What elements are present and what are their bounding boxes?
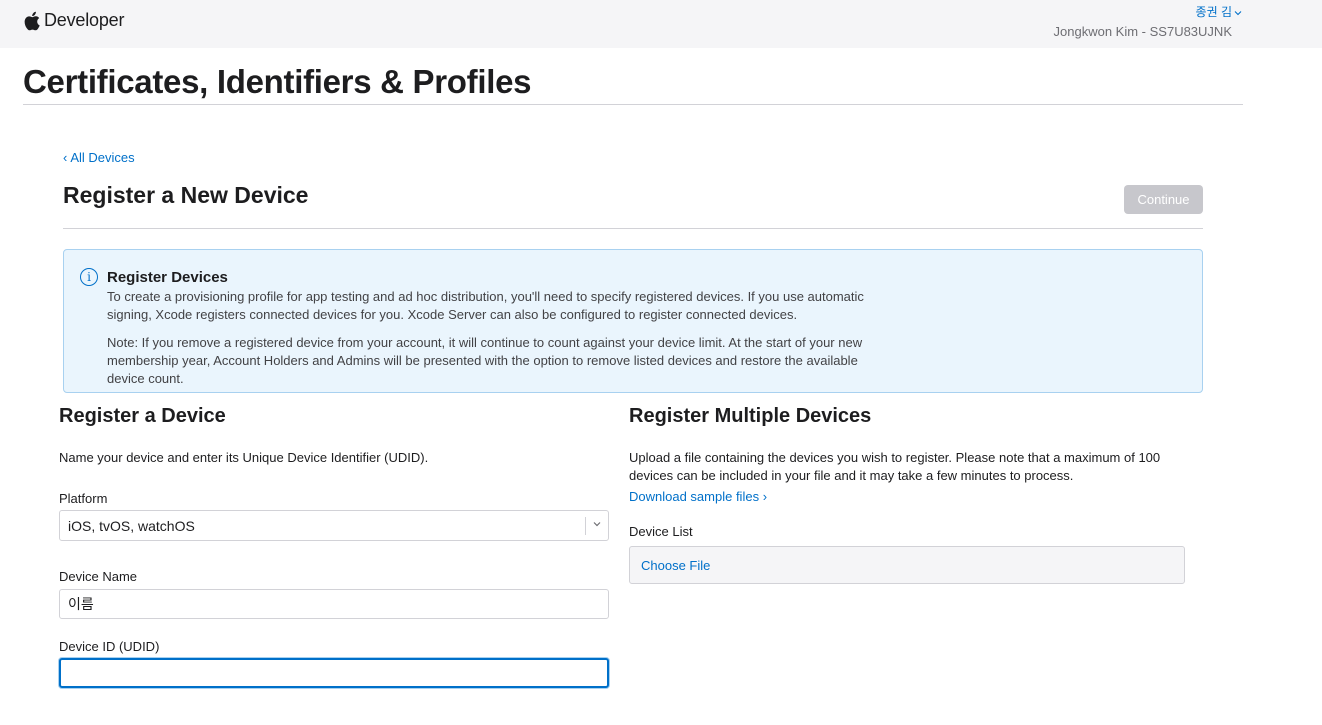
- device-list-file-input[interactable]: Choose File: [629, 546, 1185, 584]
- register-multiple-title: Register Multiple Devices: [629, 405, 872, 427]
- section-title: Register a New Device: [63, 182, 309, 208]
- platform-select[interactable]: iOS, tvOS, watchOS: [59, 510, 609, 541]
- info-paragraph: To create a provisioning profile for app…: [107, 289, 864, 322]
- all-devices-back-link[interactable]: ‹ All Devices: [63, 150, 135, 165]
- brand-text: Developer: [44, 10, 125, 30]
- register-multiple-description: Upload a file containing the devices you…: [629, 450, 1161, 483]
- back-link-label: All Devices: [70, 150, 135, 165]
- register-device-description: Name your device and enter its Unique De…: [59, 450, 429, 465]
- user-name: 종권 김: [1195, 5, 1232, 19]
- choose-file-button[interactable]: Choose File: [641, 558, 710, 573]
- device-id-label: Device ID (UDID): [59, 639, 160, 654]
- register-device-title: Register a Device: [59, 405, 226, 427]
- device-name-input[interactable]: [59, 589, 609, 619]
- info-box: i Register Devices To create a provision…: [63, 249, 1203, 393]
- chevron-down-icon: [1234, 10, 1242, 15]
- chevron-down-icon: [593, 522, 601, 527]
- download-sample-files-link[interactable]: Download sample files ›: [629, 489, 767, 504]
- page-title: Certificates, Identifiers & Profiles: [23, 63, 532, 100]
- platform-selected-value: iOS, tvOS, watchOS: [68, 518, 195, 534]
- info-icon: i: [80, 268, 98, 286]
- continue-button[interactable]: Continue: [1124, 185, 1203, 214]
- select-divider: [585, 517, 586, 535]
- info-note: Note: If you remove a registered device …: [107, 335, 863, 386]
- platform-label: Platform: [59, 491, 108, 506]
- apple-logo-icon: [24, 11, 40, 30]
- device-id-input[interactable]: [59, 658, 609, 688]
- device-list-label: Device List: [629, 524, 693, 539]
- info-title: Register Devices: [107, 269, 228, 286]
- user-menu[interactable]: 종권 김: [1196, 3, 1242, 20]
- device-name-label: Device Name: [59, 569, 138, 584]
- top-bar: Developer 종권 김 Jongkwon Kim - SS7U83UJNK: [0, 0, 1322, 48]
- download-link-label: Download sample files: [629, 489, 760, 504]
- team-label: Jongkwon Kim - SS7U83UJNK: [1053, 24, 1232, 39]
- title-divider: [23, 104, 1243, 105]
- section-divider: [63, 228, 1203, 229]
- chevron-left-icon: ‹: [63, 150, 68, 165]
- developer-brand[interactable]: Developer: [24, 10, 124, 31]
- chevron-right-icon: ›: [762, 489, 768, 504]
